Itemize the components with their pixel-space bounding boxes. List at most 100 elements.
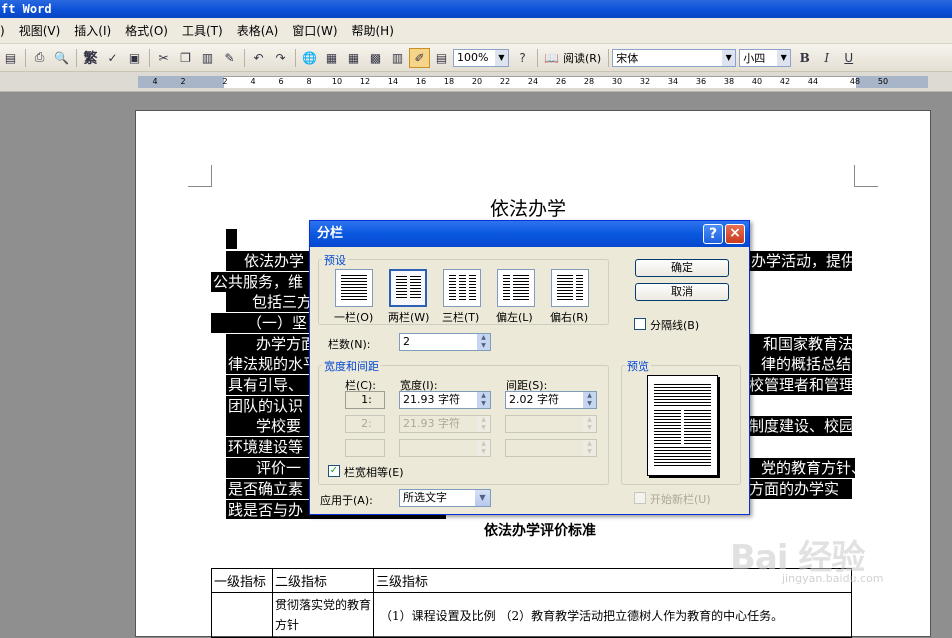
menu-window[interactable]: 窗口(W) — [285, 18, 344, 44]
insert-table-icon[interactable]: ▦ — [343, 48, 364, 68]
ruler-right-margin — [856, 76, 928, 88]
menu-view[interactable]: 视图(V) — [12, 18, 68, 44]
margin-corner-mark — [188, 165, 212, 187]
print-preview-icon[interactable]: 🔍 — [51, 48, 72, 68]
spinner-icon[interactable]: ▲ ▼ — [477, 334, 490, 350]
preset-two-label[interactable]: 两栏(W) — [388, 309, 429, 325]
menu-help[interactable]: 帮助(H) — [345, 18, 401, 44]
table-cell[interactable]: 贯彻落实党的教育方针 — [272, 592, 374, 638]
preset-left-icon[interactable] — [497, 269, 535, 307]
hyperlink-icon[interactable]: 🌐 — [299, 48, 320, 68]
format-painter-icon[interactable]: ✎ — [219, 48, 240, 68]
toolbar-separator — [76, 48, 77, 67]
doc-line[interactable]: 团队的认识 — [226, 396, 310, 416]
spinner-icon[interactable]: ▲ ▼ — [477, 392, 490, 408]
equal-width-checkbox[interactable]: ✓ — [328, 465, 340, 477]
ruler-tick-label: 4 — [152, 77, 158, 86]
table-cell[interactable]: （1）课程设置及比例 （2）教育教学活动把立德树人作为教育的中心任务。 — [373, 592, 852, 638]
doc-line[interactable]: 环境建设等 — [226, 437, 310, 457]
doc-line-right[interactable]: 校管理者和管理 — [749, 375, 852, 395]
equal-width-label[interactable]: 栏宽相等(E) — [344, 464, 404, 480]
cut-icon[interactable]: ✂ — [153, 48, 174, 68]
doc-line-right[interactable]: 办学活动，提供 — [749, 251, 852, 271]
spinner-icon[interactable]: ▲ ▼ — [583, 392, 596, 408]
help-icon[interactable]: ? — [512, 48, 533, 68]
ruler-tick-label: 12 — [359, 77, 371, 86]
columns-dialog: 分栏 ? × 预设 一栏(O) 两栏(W) 三栏(T) 偏左(L) 偏右(R) … — [309, 220, 750, 515]
preset-three-label[interactable]: 三栏(T) — [442, 309, 479, 325]
doc-line[interactable]: （一）坚 — [211, 313, 310, 333]
doc-line[interactable]: 包括三方 — [226, 292, 310, 312]
apply-to-select[interactable]: 所选文字 ▼ — [399, 489, 491, 507]
menu-format[interactable]: 格式(O) — [118, 18, 175, 44]
undo-icon[interactable]: ↶ — [248, 48, 269, 68]
table-header-cell[interactable]: 二级指标 — [272, 568, 374, 593]
doc-line-right[interactable]: 和国家教育法 — [749, 334, 852, 354]
preset-two-icon[interactable] — [389, 269, 427, 307]
doc-line[interactable]: 具有引导、 — [226, 375, 310, 395]
table-cell[interactable] — [211, 592, 273, 638]
doc-line[interactable]: 公共服务，维 — [211, 272, 310, 292]
chevron-down-icon[interactable]: ▼ — [475, 490, 490, 506]
research-icon[interactable]: ▣ — [124, 48, 145, 68]
horizontal-ruler[interactable]: 4 2 2 4 6 8 10 12 14 16 18 20 22 24 26 28 30 32 34 36 38 40 42… — [0, 72, 952, 92]
read-icon[interactable]: 📖 — [541, 48, 562, 68]
cancel-button[interactable]: 取消 — [635, 283, 729, 301]
preset-right-icon[interactable] — [551, 269, 589, 307]
columns-count-input[interactable]: 2 ▲ ▼ — [399, 333, 491, 351]
copy-icon[interactable]: ❐ — [175, 48, 196, 68]
read-button[interactable]: 阅读(R) — [563, 50, 601, 66]
doc-line[interactable]: 办学方面 — [226, 334, 310, 354]
menu-edit-partial[interactable]: ) — [0, 18, 12, 44]
spelling-icon[interactable]: ✓ — [102, 48, 123, 68]
chevron-down-icon[interactable]: ▼ — [722, 49, 736, 66]
dialog-title-bar[interactable]: 分栏 ? × — [310, 221, 749, 247]
doc-line[interactable]: 学校要 — [226, 416, 310, 436]
doc-line-right[interactable]: 党的教育方针、 — [749, 458, 855, 478]
bold-button[interactable]: B — [794, 48, 815, 68]
document-title: 依法办学 — [490, 198, 567, 220]
table-header-cell[interactable]: 一级指标 — [211, 568, 273, 593]
doc-line-right[interactable]: 制度建设、校园 — [749, 416, 852, 436]
preset-three-icon[interactable] — [443, 269, 481, 307]
traditional-chinese-button[interactable]: 繁 — [80, 48, 101, 68]
menu-tools[interactable]: 工具(T) — [175, 18, 230, 44]
preset-left-label[interactable]: 偏左(L) — [496, 309, 533, 325]
print-icon[interactable]: ⎙ — [29, 48, 50, 68]
insert-excel-icon[interactable]: ▩ — [365, 48, 386, 68]
preset-right-label[interactable]: 偏右(R) — [550, 309, 588, 325]
ok-button[interactable]: 确定 — [635, 259, 729, 277]
menu-table[interactable]: 表格(A) — [230, 18, 286, 44]
doc-line[interactable]: 依法办学 — [226, 251, 310, 271]
help-button[interactable]: ? — [703, 224, 723, 244]
doc-line[interactable]: 是否确立素 — [226, 479, 310, 499]
preset-one-label[interactable]: 一栏(O) — [334, 309, 373, 325]
row1-width-input[interactable]: 21.93 字符 ▲ ▼ — [399, 391, 491, 409]
italic-button[interactable]: I — [816, 48, 837, 68]
close-button[interactable]: × — [725, 224, 745, 244]
chevron-down-icon[interactable]: ▼ — [495, 49, 508, 66]
underline-icon[interactable]: U — [838, 48, 859, 68]
zoom-combo[interactable]: 100% ▼ — [453, 48, 509, 67]
preset-one-icon[interactable] — [335, 269, 373, 307]
divider-label[interactable]: 分隔线(B) — [650, 317, 699, 333]
row1-spacing-value: 2.02 字符 — [509, 393, 559, 406]
start-new-column-label: 开始新栏(U) — [650, 493, 711, 506]
font-combo[interactable]: 宋体 ▼ — [612, 48, 737, 67]
doc-line-right[interactable]: 方面的办学实 — [749, 479, 852, 499]
doc-line[interactable]: 律法规的水平 — [226, 354, 310, 374]
tables-borders-icon[interactable]: ▦ — [321, 48, 342, 68]
divider-checkbox[interactable] — [634, 318, 646, 330]
drawing-icon[interactable]: ✐ — [409, 47, 430, 68]
chevron-down-icon[interactable]: ▼ — [777, 49, 791, 66]
font-size-combo[interactable]: 小四 ▼ — [739, 48, 792, 67]
row1-spacing-input[interactable]: 2.02 字符 ▲ ▼ — [505, 391, 597, 409]
menu-insert[interactable]: 插入(I) — [67, 18, 118, 44]
save-icon[interactable]: ▤ — [0, 48, 21, 68]
doc-line-right[interactable]: 律的概括总结， — [749, 354, 852, 374]
columns-icon[interactable]: ▥ — [387, 48, 408, 68]
paste-icon[interactable]: ▥ — [197, 48, 218, 68]
doc-line[interactable]: 评价一 — [226, 458, 310, 478]
redo-icon[interactable]: ↷ — [270, 48, 291, 68]
document-map-icon[interactable]: ▤ — [431, 48, 452, 68]
